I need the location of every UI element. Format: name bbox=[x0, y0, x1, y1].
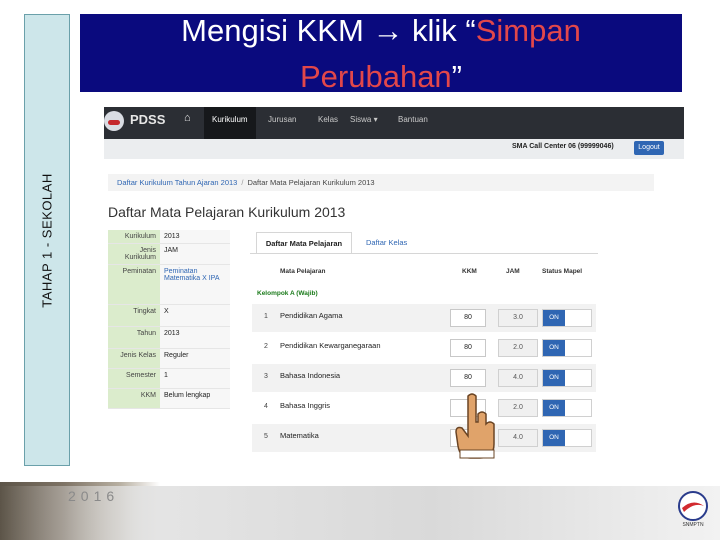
row-number: 3 bbox=[264, 373, 268, 380]
tab-daftar-kelas[interactable]: Daftar Kelas bbox=[358, 232, 415, 254]
info-row: Semester 1 bbox=[108, 369, 230, 389]
jam-field: 4.0 bbox=[498, 369, 538, 387]
status-toggle[interactable]: ON bbox=[542, 399, 592, 417]
table-row: 1 Pendidikan Agama 80 3.0 ON bbox=[252, 304, 596, 332]
row-number: 5 bbox=[264, 433, 268, 440]
status-on[interactable]: ON bbox=[543, 340, 565, 356]
side-label-wrap: TAHAP 1 - SEKOLAH bbox=[24, 14, 70, 466]
nav-item-jurusan[interactable]: Jurusan bbox=[268, 115, 296, 124]
title-highlight-2: Perubahan bbox=[299, 59, 452, 94]
info-value: 2013 bbox=[164, 233, 180, 240]
nav-item-kelas[interactable]: Kelas bbox=[318, 115, 338, 124]
side-label: TAHAP 1 - SEKOLAH bbox=[39, 172, 55, 308]
subject-name: Matematika bbox=[280, 431, 319, 440]
jam-field: 2.0 bbox=[498, 399, 538, 417]
info-value: 1 bbox=[164, 372, 168, 379]
info-value: Belum lengkap bbox=[164, 392, 211, 399]
status-toggle[interactable]: ON bbox=[542, 309, 592, 327]
nav-item-siswa[interactable]: Siswa ▾ bbox=[350, 115, 378, 124]
breadcrumb: Daftar Kurikulum Tahun Ajaran 2013/Dafta… bbox=[108, 174, 654, 191]
status-on[interactable]: ON bbox=[543, 400, 565, 416]
info-key: Tingkat bbox=[108, 305, 160, 326]
slide-title: Mengisi KKM → klik “Simpan Perubahan” bbox=[80, 8, 682, 100]
info-key: Jenis Kelas bbox=[108, 349, 160, 368]
table-row: 3 Bahasa Indonesia 80 4.0 ON bbox=[252, 364, 596, 392]
col-header-status: Status Mapel bbox=[542, 268, 583, 275]
home-icon[interactable]: ⌂ bbox=[184, 112, 191, 124]
title-highlight-1: Simpan bbox=[475, 13, 581, 48]
info-value: JAM bbox=[164, 247, 178, 254]
info-key: Peminatan bbox=[108, 265, 160, 304]
status-on[interactable]: ON bbox=[543, 370, 565, 386]
table-row: 5 Matematika 4.0 ON bbox=[252, 424, 596, 452]
info-key: Jenis Kurikulum bbox=[108, 244, 160, 264]
status-toggle[interactable]: ON bbox=[542, 369, 592, 387]
title-arrow: → bbox=[372, 13, 404, 48]
jam-field: 2.0 bbox=[498, 339, 538, 357]
info-row: Jenis Kurikulum JAM bbox=[108, 244, 230, 265]
subject-name: Bahasa Indonesia bbox=[280, 371, 341, 380]
table-row: 2 Pendidikan Kewarganegaraan 80 2.0 ON bbox=[252, 334, 596, 362]
col-header-kkm: KKM bbox=[462, 268, 477, 275]
group-heading: Kelompok A (Wajib) bbox=[257, 290, 318, 297]
info-row: Jenis Kelas Reguler bbox=[108, 349, 230, 369]
table-row: 4 Bahasa Inggris 2.0 ON bbox=[252, 394, 596, 422]
kkm-input[interactable]: 80 bbox=[450, 309, 486, 327]
status-toggle[interactable]: ON bbox=[542, 339, 592, 357]
info-key: Semester bbox=[108, 369, 160, 388]
navbar bbox=[104, 107, 684, 139]
info-key: Tahun bbox=[108, 327, 160, 348]
info-value: X bbox=[164, 308, 169, 315]
footer-logo-text: SNMPTN bbox=[682, 522, 704, 528]
title-part-2: klik “ bbox=[403, 13, 476, 48]
app-screenshot: PDSS ⌂ Kurikulum Jurusan Kelas Siswa ▾ B… bbox=[80, 104, 684, 460]
tab-divider bbox=[250, 253, 598, 254]
row-number: 4 bbox=[264, 403, 268, 410]
jam-field: 3.0 bbox=[498, 309, 538, 327]
subject-name: Pendidikan Agama bbox=[280, 311, 343, 320]
info-row: Peminatan Peminatan Matematika X IPA bbox=[108, 265, 230, 305]
info-row: Tahun 2013 bbox=[108, 327, 230, 349]
info-table: Kurikulum 2013 Jenis Kurikulum JAM Peminat… bbox=[108, 230, 230, 409]
status-toggle[interactable]: ON bbox=[542, 429, 592, 447]
info-key: Kurikulum bbox=[108, 230, 160, 243]
call-center-text: SMA Call Center 06 (99999046) bbox=[512, 143, 614, 150]
logout-button[interactable]: Logout bbox=[634, 141, 664, 155]
pointing-hand-icon bbox=[455, 393, 495, 459]
kkm-input[interactable]: 80 bbox=[450, 339, 486, 357]
nav-item-bantuan[interactable]: Bantuan bbox=[398, 115, 428, 124]
subject-name: Pendidikan Kewarganegaraan bbox=[280, 341, 381, 350]
breadcrumb-link[interactable]: Daftar Kurikulum Tahun Ajaran 2013 bbox=[117, 178, 237, 187]
info-value: Reguler bbox=[164, 352, 189, 359]
info-value: 2013 bbox=[164, 330, 180, 337]
info-value: Peminatan Matematika X IPA bbox=[164, 268, 220, 282]
status-on[interactable]: ON bbox=[543, 430, 565, 446]
brand[interactable]: PDSS bbox=[130, 112, 165, 127]
footer-year: 2016 bbox=[68, 488, 120, 504]
title-part-1: Mengisi KKM bbox=[181, 13, 373, 48]
col-header-subject: Mata Pelajaran bbox=[280, 268, 326, 275]
title-close-quote: ” bbox=[451, 59, 462, 94]
info-row: KKM Belum lengkap bbox=[108, 389, 230, 409]
row-number: 2 bbox=[264, 343, 268, 350]
page-title: Daftar Mata Pelajaran Kurikulum 2013 bbox=[108, 204, 346, 220]
jam-field: 4.0 bbox=[498, 429, 538, 447]
row-number: 1 bbox=[264, 313, 268, 320]
info-key: KKM bbox=[108, 389, 160, 408]
kkm-input[interactable]: 80 bbox=[450, 369, 486, 387]
breadcrumb-current: Daftar Mata Pelajaran Kurikulum 2013 bbox=[247, 178, 375, 187]
status-on[interactable]: ON bbox=[543, 310, 565, 326]
info-row: Tingkat X bbox=[108, 305, 230, 327]
subject-name: Bahasa Inggris bbox=[280, 401, 331, 410]
info-row: Kurikulum 2013 bbox=[108, 230, 230, 244]
tab-daftar-mata-pelajaran[interactable]: Daftar Mata Pelajaran bbox=[256, 232, 352, 254]
snmptn-logo-icon bbox=[678, 491, 708, 521]
pdss-logo-icon[interactable] bbox=[104, 111, 124, 131]
nav-item-kurikulum[interactable]: Kurikulum bbox=[212, 115, 248, 124]
col-header-jam: JAM bbox=[506, 268, 520, 275]
